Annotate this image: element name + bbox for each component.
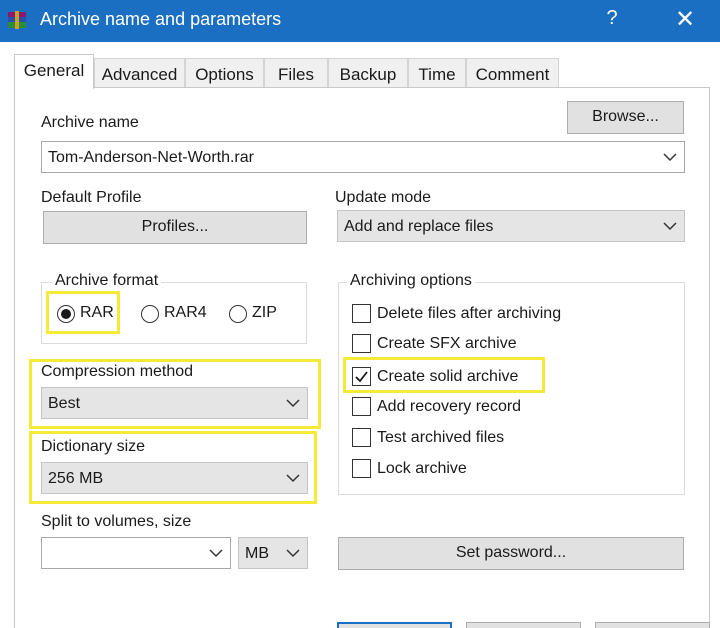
archive-name-combo[interactable]: Tom-Anderson-Net-Worth.rar [41, 141, 685, 173]
create-sfx-label: Create SFX archive [377, 335, 517, 352]
split-size-combo[interactable] [41, 537, 231, 569]
tab-backup[interactable]: Backup [328, 58, 408, 88]
window-title: Archive name and parameters [40, 9, 282, 29]
profiles-button[interactable]: Profiles... [43, 211, 307, 244]
update-mode-value: Add and replace files [344, 218, 494, 235]
chevron-down-icon [663, 153, 677, 162]
highlight-compression [29, 359, 321, 429]
help-dialog-button[interactable] [595, 622, 710, 628]
split-unit-select[interactable]: MB [238, 537, 308, 569]
delete-files-label: Delete files after archiving [377, 305, 562, 322]
update-mode-select[interactable]: Add and replace files [337, 210, 685, 242]
split-unit-value: MB [245, 545, 269, 562]
ok-button[interactable] [337, 622, 452, 628]
close-button[interactable]: ✕ [670, 5, 700, 34]
archive-format-title: Archive format [52, 272, 162, 290]
cancel-button[interactable] [466, 622, 581, 628]
recovery-record-label: Add recovery record [377, 398, 522, 415]
highlight-rar [46, 291, 120, 334]
radio-zip-label: ZIP [252, 304, 277, 321]
checkbox-lock-archive[interactable] [352, 459, 371, 478]
tab-options[interactable]: Options [185, 58, 264, 88]
tab-bar: General Advanced Options Files Backup Ti… [14, 54, 574, 89]
test-files-label: Test archived files [377, 429, 505, 446]
highlight-solid-archive [343, 357, 545, 393]
highlight-dictionary [29, 431, 317, 504]
winrar-app-icon [8, 11, 26, 29]
checkbox-create-sfx[interactable] [352, 334, 371, 353]
checkbox-test-files[interactable] [352, 428, 371, 447]
chevron-down-icon [663, 222, 677, 231]
help-button[interactable]: ? [597, 7, 627, 30]
chevron-down-icon [209, 549, 223, 558]
update-mode-label: Update mode [335, 189, 432, 206]
radio-rar4-label: RAR4 [164, 304, 207, 321]
radio-zip[interactable] [229, 305, 247, 323]
tab-advanced[interactable]: Advanced [94, 58, 185, 88]
chevron-down-icon [286, 549, 300, 558]
archive-name-value: Tom-Anderson-Net-Worth.rar [48, 149, 254, 166]
title-bar: Archive name and parameters ? ✕ [0, 0, 720, 42]
tab-files[interactable]: Files [264, 58, 328, 88]
tab-general[interactable]: General [14, 54, 94, 89]
radio-rar4[interactable] [141, 305, 159, 323]
lock-archive-label: Lock archive [377, 460, 467, 477]
split-volumes-label: Split to volumes, size [41, 513, 192, 530]
tab-comment[interactable]: Comment [466, 58, 559, 88]
archive-name-label: Archive name [41, 114, 139, 131]
checkbox-recovery-record[interactable] [352, 397, 371, 416]
browse-button[interactable]: Browse... [567, 101, 684, 134]
default-profile-label: Default Profile [41, 189, 142, 206]
archiving-options-title: Archiving options [347, 272, 475, 290]
tab-time[interactable]: Time [408, 58, 466, 88]
set-password-button[interactable]: Set password... [338, 537, 684, 570]
checkbox-delete-files[interactable] [352, 304, 371, 323]
